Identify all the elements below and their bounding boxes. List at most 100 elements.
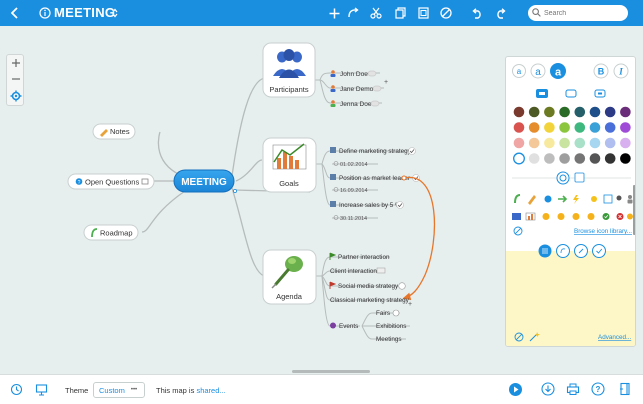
check-circle-icon[interactable]	[602, 213, 610, 220]
browse-icon-library-link[interactable]: Browse icon library...	[574, 228, 632, 235]
color-swatch[interactable]	[559, 122, 570, 133]
agenda-partner[interactable]: Partner interaction	[329, 252, 390, 261]
topic-notes[interactable]: Notes	[92, 123, 136, 140]
agenda-classical[interactable]: Classical marketing strategy +	[330, 297, 412, 308]
goal-increase[interactable]: Increase sales by 5 %	[330, 201, 404, 209]
topic-roadmap[interactable]: Roadmap	[83, 224, 139, 241]
settings-gear-icon[interactable]	[10, 90, 22, 102]
color-swatch[interactable]	[574, 106, 586, 118]
info-icon[interactable]	[38, 4, 52, 22]
smiley-sad-icon[interactable]	[572, 213, 580, 220]
tab-link[interactable]	[574, 244, 588, 258]
cut-icon[interactable]	[369, 4, 383, 22]
bold-button[interactable]: B	[593, 63, 609, 79]
color-swatch[interactable]	[544, 106, 555, 118]
color-swatch[interactable]	[604, 106, 616, 118]
color-swatch[interactable]	[528, 137, 540, 149]
clear-style-icon[interactable]	[514, 332, 524, 342]
horizontal-scrollbar[interactable]	[292, 370, 370, 373]
color-swatch[interactable]	[589, 106, 601, 118]
color-swatch[interactable]	[620, 106, 631, 118]
color-swatch[interactable]	[604, 122, 616, 133]
theme-selector[interactable]: Custom •••	[93, 382, 145, 398]
paste-icon[interactable]	[416, 4, 430, 22]
relationship-arrow[interactable]	[402, 176, 436, 301]
color-swatch[interactable]	[544, 153, 555, 164]
participant-john[interactable]: John Doe	[330, 70, 377, 78]
topic-goals[interactable]: Goals	[262, 137, 317, 193]
history-icon[interactable]	[10, 383, 23, 401]
chart-icon[interactable]	[525, 212, 536, 221]
print-icon[interactable]	[566, 382, 580, 401]
color-swatch[interactable]	[544, 122, 555, 133]
color-swatch[interactable]	[620, 153, 631, 164]
color-swatch[interactable]	[513, 152, 525, 165]
no-icon-button[interactable]	[513, 226, 523, 236]
cross-circle-icon[interactable]	[616, 213, 624, 220]
participant-jenna[interactable]: Jenna Doe	[330, 100, 380, 108]
add-topic-icon[interactable]	[327, 4, 341, 22]
color-swatch[interactable]	[589, 153, 601, 164]
checkbox-icon[interactable]	[591, 196, 597, 202]
relation-icon[interactable]	[346, 4, 360, 22]
search-input[interactable]	[544, 9, 622, 17]
map-canvas[interactable]: MEETING Notes ? Open Questions Roadmap P…	[0, 26, 643, 374]
people-icon[interactable]	[512, 213, 521, 220]
theme-more-icon[interactable]: •••	[131, 387, 137, 393]
lightning-icon[interactable]	[573, 195, 579, 204]
tab-text-color[interactable]	[536, 89, 548, 98]
color-swatch[interactable]	[513, 106, 525, 118]
shared-link[interactable]: shared...	[196, 386, 225, 395]
color-swatch[interactable]	[559, 106, 570, 118]
smiley-neutral-icon[interactable]	[557, 213, 565, 220]
map-title[interactable]: MEETING	[54, 5, 115, 20]
color-swatch[interactable]	[574, 153, 586, 164]
tab-fill-color[interactable]	[565, 89, 577, 98]
redo-icon[interactable]	[494, 4, 508, 22]
road-icon[interactable]	[514, 194, 521, 204]
agenda-client[interactable]: Client interaction	[330, 267, 386, 275]
tab-redo[interactable]	[556, 244, 570, 258]
color-swatch[interactable]	[513, 137, 525, 149]
help-icon[interactable]: ?	[591, 382, 605, 401]
color-swatch[interactable]	[528, 122, 540, 133]
copy-icon[interactable]	[393, 4, 407, 22]
topic-open-questions[interactable]: ? Open Questions	[67, 173, 155, 190]
smiley-surprised-icon[interactable]	[587, 213, 595, 220]
text-style-small-button[interactable]: a	[512, 64, 526, 78]
question-icon[interactable]	[544, 195, 552, 203]
event-exhibitions[interactable]: Exhibitions	[376, 323, 406, 330]
arrow-right-icon[interactable]	[558, 195, 568, 203]
text-style-large-button[interactable]: a	[550, 63, 566, 79]
pencil-icon[interactable]	[528, 195, 536, 205]
advanced-link[interactable]: Advanced...	[598, 334, 632, 341]
presentation-icon[interactable]	[35, 383, 48, 401]
undo-icon[interactable]	[470, 4, 484, 22]
tab-check[interactable]	[592, 244, 606, 258]
color-swatch[interactable]	[559, 137, 570, 149]
sidebar-toggle-icon[interactable]	[618, 382, 632, 401]
color-swatch[interactable]	[559, 153, 570, 164]
central-topic[interactable]: MEETING	[173, 169, 237, 193]
icon-library-toggle[interactable]	[556, 171, 570, 185]
color-swatch[interactable]	[574, 122, 586, 133]
zoom-in-icon[interactable]	[12, 59, 20, 67]
topic-participants[interactable]: Participants	[262, 42, 316, 98]
goal-define[interactable]: Define marketing strategy	[330, 147, 416, 155]
person-icon[interactable]	[627, 195, 633, 204]
agenda-social[interactable]: Social media strategy	[329, 281, 406, 290]
text-style-medium-button[interactable]: a	[530, 63, 546, 79]
panel-scrollbar[interactable]	[633, 185, 636, 235]
color-swatch[interactable]	[528, 153, 540, 164]
color-swatch[interactable]	[544, 137, 555, 149]
tab-list[interactable]	[538, 244, 552, 258]
italic-button[interactable]: I	[613, 63, 629, 79]
color-swatch[interactable]	[604, 137, 616, 149]
title-menu-icon[interactable]	[110, 4, 120, 22]
image-toggle[interactable]	[574, 172, 585, 183]
pushpin-icon[interactable]	[616, 195, 622, 201]
magic-wand-icon[interactable]	[529, 332, 540, 342]
calendar-icon[interactable]	[603, 194, 613, 204]
back-icon[interactable]	[8, 4, 22, 22]
color-swatch[interactable]	[513, 122, 525, 133]
